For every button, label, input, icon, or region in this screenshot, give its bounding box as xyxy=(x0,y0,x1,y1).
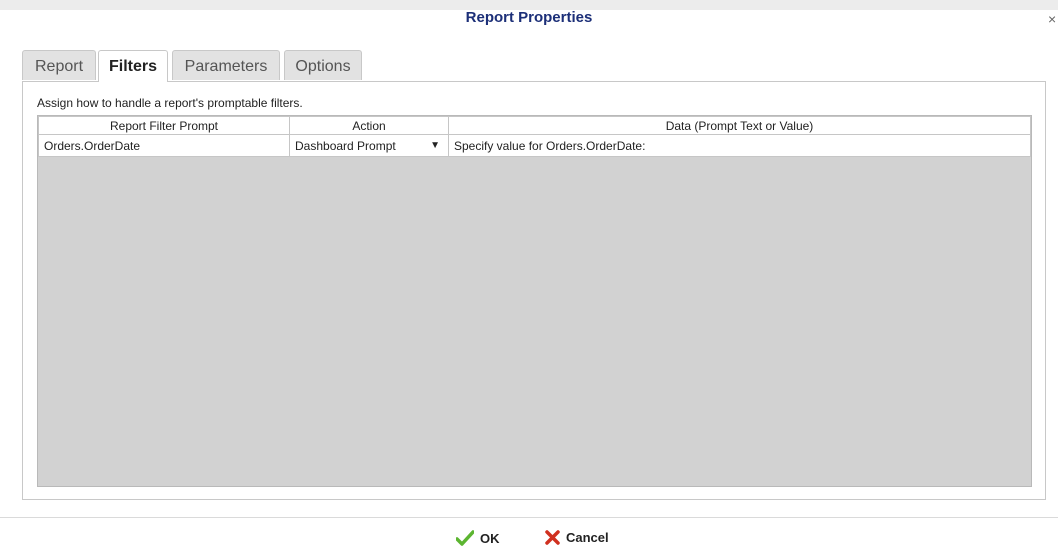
triangle-down-icon[interactable]: ▼ xyxy=(430,140,440,151)
cancel-button-label: Cancel xyxy=(566,530,609,545)
x-mark-icon xyxy=(545,530,560,545)
filters-hint: Assign how to handle a report's promptab… xyxy=(37,96,303,110)
footer-divider xyxy=(0,517,1058,518)
column-header-report-filter-prompt[interactable]: Report Filter Prompt xyxy=(38,116,290,135)
tab-filters[interactable]: Filters xyxy=(98,50,168,82)
filters-grid: Report Filter Prompt Action Data (Prompt… xyxy=(37,115,1032,487)
checkmark-icon xyxy=(456,530,474,546)
cancel-button[interactable]: Cancel xyxy=(545,530,609,545)
tab-parameters[interactable]: Parameters xyxy=(172,50,280,80)
filter-prompt-cell[interactable]: Orders.OrderDate xyxy=(38,134,290,157)
column-header-data[interactable]: Data (Prompt Text or Value) xyxy=(448,116,1031,135)
ok-button[interactable]: OK xyxy=(456,530,500,546)
action-select-value: Dashboard Prompt xyxy=(295,138,396,153)
ok-button-label: OK xyxy=(480,530,500,546)
table-row[interactable]: Orders.OrderDate Dashboard Prompt ▼ Spec… xyxy=(38,134,1031,157)
close-icon[interactable]: × xyxy=(1048,12,1056,26)
table-header-row: Report Filter Prompt Action Data (Prompt… xyxy=(38,116,1031,135)
tab-report[interactable]: Report xyxy=(22,50,96,80)
dialog-title: Report Properties xyxy=(465,9,593,26)
data-cell[interactable]: Specify value for Orders.OrderDate: xyxy=(448,134,1031,157)
tab-options[interactable]: Options xyxy=(284,50,362,80)
filters-table: Report Filter Prompt Action Data (Prompt… xyxy=(38,116,1031,157)
column-header-action[interactable]: Action xyxy=(289,116,449,135)
action-select[interactable]: Dashboard Prompt ▼ xyxy=(289,134,449,157)
